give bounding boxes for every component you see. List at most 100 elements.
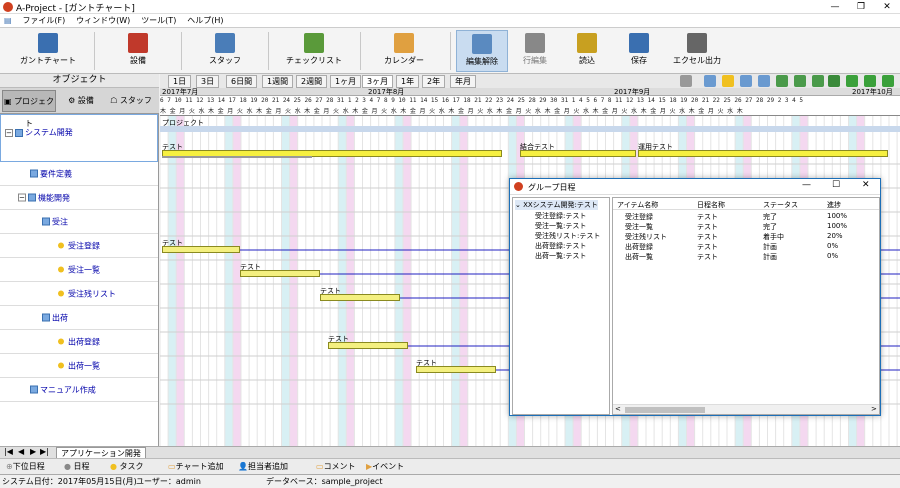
tree-item-order-remain[interactable]: 受注残リスト <box>0 282 158 306</box>
add-assignee-button[interactable]: 👤担当者追加 <box>238 461 288 473</box>
schedule-button[interactable]: ● 日程 <box>64 461 90 473</box>
zoom-fit-icon[interactable] <box>740 75 752 87</box>
scale-tab-yearmonth[interactable]: 年月 <box>450 75 476 88</box>
tree-item-manual[interactable]: マニュアル作成 <box>0 378 158 402</box>
col-schedule-name[interactable]: 日程名称 <box>697 200 725 210</box>
gantt-bar-order-list[interactable] <box>240 270 320 277</box>
gantt-bar-order-register[interactable] <box>162 246 240 253</box>
table-row[interactable]: 出荷一覧 テスト 計画 0% <box>613 252 879 262</box>
nav-next-icon[interactable]: ▶ <box>30 447 36 456</box>
menu-window[interactable]: ウィンドウ(W) <box>72 14 134 27</box>
app-icon <box>514 182 523 191</box>
edit-release-button[interactable]: 編集解除 <box>456 30 508 72</box>
dialog-tree-item[interactable]: 受注残リスト:テスト <box>535 231 600 241</box>
globe-icon[interactable] <box>828 75 840 87</box>
load-button[interactable]: 読込 <box>562 30 612 72</box>
scroll-left-icon[interactable]: < <box>615 405 621 413</box>
scroll-right-icon[interactable]: > <box>871 405 877 413</box>
staff-button[interactable]: スタッフ <box>185 30 265 72</box>
dialog-minimize-button[interactable]: — <box>802 180 811 190</box>
chevron-down-icon[interactable]: ⌄ <box>515 201 523 209</box>
zoom-page-icon[interactable] <box>758 75 770 87</box>
menu-file[interactable]: ファイル(F) <box>18 14 69 27</box>
task-button[interactable]: ● タスク <box>110 461 144 473</box>
zoom-out-icon[interactable] <box>794 75 806 87</box>
collapse-icon[interactable]: − <box>18 193 26 202</box>
sub-schedule-button[interactable]: ⊕下位日程 <box>6 461 45 473</box>
tree-item-order[interactable]: 受注 <box>0 210 158 234</box>
col-status[interactable]: ステータス <box>763 200 798 210</box>
dialog-tree-item[interactable]: 出荷一覧:テスト <box>535 251 586 261</box>
calendar-button[interactable]: カレンダー <box>364 30 444 72</box>
save-button[interactable]: 保存 <box>614 30 664 72</box>
dialog-close-button[interactable]: ✕ <box>862 180 870 190</box>
comment-button[interactable]: ▭コメント <box>316 461 356 473</box>
tree-item-shipping[interactable]: 出荷 <box>0 306 158 330</box>
scale-tab-1day[interactable]: 1日 <box>168 75 192 88</box>
pause-icon[interactable] <box>846 75 858 87</box>
tree-item-ship-list[interactable]: 出荷一覧 <box>0 354 158 378</box>
status-date: システム日付：2017年05月15日(月) <box>2 477 137 486</box>
tab-project[interactable]: ▣ プロジェクト <box>2 90 56 128</box>
dialog-tree-item[interactable]: 出荷登録:テスト <box>535 241 586 251</box>
table-row[interactable]: 受注残リスト テスト 着手中 20% <box>613 232 879 242</box>
scale-tab-1week[interactable]: 1週間 <box>262 75 294 88</box>
scroll-thumb[interactable] <box>625 407 705 413</box>
tab-equipment[interactable]: ⚙ 設備 <box>58 90 104 112</box>
nav-prev-icon[interactable]: ◀ <box>18 447 24 456</box>
event-button[interactable]: ▶イベント <box>366 461 404 473</box>
equipment-button[interactable]: 設備 <box>98 30 178 72</box>
tab-equipment-label: 設備 <box>77 96 94 105</box>
scale-tab-1month[interactable]: 1ヶ月 <box>330 75 362 88</box>
arrow-right-icon[interactable] <box>882 75 894 87</box>
minimize-button[interactable]: — <box>822 0 848 14</box>
dialog-tree-item[interactable]: 受注一覧:テスト <box>535 221 586 231</box>
zoom-reset-icon[interactable] <box>812 75 824 87</box>
scale-tab-3month[interactable]: 3ヶ月 <box>362 75 394 88</box>
checklist-button[interactable]: チェックリスト <box>272 30 356 72</box>
table-row[interactable]: 出荷登録 テスト 計画 0% <box>613 242 879 252</box>
scale-tab-6day[interactable]: 6日間 <box>226 75 258 88</box>
close-button[interactable]: ✕ <box>874 0 900 14</box>
col-progress[interactable]: 進捗 <box>827 200 841 210</box>
col-item-name[interactable]: アイテム名称 <box>617 200 658 210</box>
tree-item-feature-dev[interactable]: − 機能開発 <box>0 186 158 210</box>
gantt-bar-ship-register[interactable] <box>328 342 408 349</box>
scale-tab-2year[interactable]: 2年 <box>422 75 446 88</box>
scale-tab-3day[interactable]: 3日 <box>196 75 220 88</box>
gantt-bar-operation[interactable] <box>638 150 888 157</box>
arrow-left-icon[interactable] <box>864 75 876 87</box>
tree-item-system-dev[interactable]: − システム開発 <box>0 114 158 162</box>
gantt-bar-integration[interactable] <box>520 150 636 157</box>
maximize-button[interactable]: ❐ <box>848 0 874 14</box>
nav-first-icon[interactable]: |◀ <box>4 447 13 456</box>
excel-export-button[interactable]: エクセル出力 <box>666 30 728 72</box>
menu-help[interactable]: ヘルプ(H) <box>183 14 227 27</box>
row-edit-button[interactable]: 行編集 <box>510 30 560 72</box>
scale-tab-1year[interactable]: 1年 <box>396 75 420 88</box>
horizontal-scrollbar[interactable]: < > <box>613 404 879 414</box>
dialog-maximize-button[interactable]: ☐ <box>832 180 840 190</box>
tree-item-ship-register[interactable]: 出荷登録 <box>0 330 158 354</box>
dialog-tree-item[interactable]: 受注登録:テスト <box>535 211 586 221</box>
tree-item-order-list[interactable]: 受注一覧 <box>0 258 158 282</box>
menu-tools[interactable]: ツール(T) <box>137 14 180 27</box>
cell-progress: 100% <box>827 222 848 230</box>
add-chart-button[interactable]: ▭チャート追加 <box>168 461 223 473</box>
table-row[interactable]: 受注一覧 テスト 完了 100% <box>613 222 879 232</box>
tree-item-order-register[interactable]: 受注登録 <box>0 234 158 258</box>
flash-icon[interactable] <box>722 75 734 87</box>
zoom-in-icon[interactable] <box>776 75 788 87</box>
tree-item-requirements[interactable]: 要件定義 <box>0 162 158 186</box>
window-icon[interactable] <box>704 75 716 87</box>
undo-icon[interactable] <box>680 75 692 87</box>
dialog-tree-root[interactable]: ⌄ XXシステム開発:テスト <box>515 200 598 210</box>
nav-last-icon[interactable]: ▶| <box>40 447 49 456</box>
scale-tab-2week[interactable]: 2週間 <box>296 75 328 88</box>
gantt-chart-button[interactable]: ガントチャート <box>6 30 90 72</box>
collapse-icon[interactable]: − <box>5 128 13 137</box>
table-row[interactable]: 受注登録 テスト 完了 100% <box>613 212 879 222</box>
gantt-bar-ship-list[interactable] <box>416 366 496 373</box>
gantt-bar-order-remain[interactable] <box>320 294 400 301</box>
tab-staff[interactable]: ☖ スタッフ <box>106 90 156 112</box>
